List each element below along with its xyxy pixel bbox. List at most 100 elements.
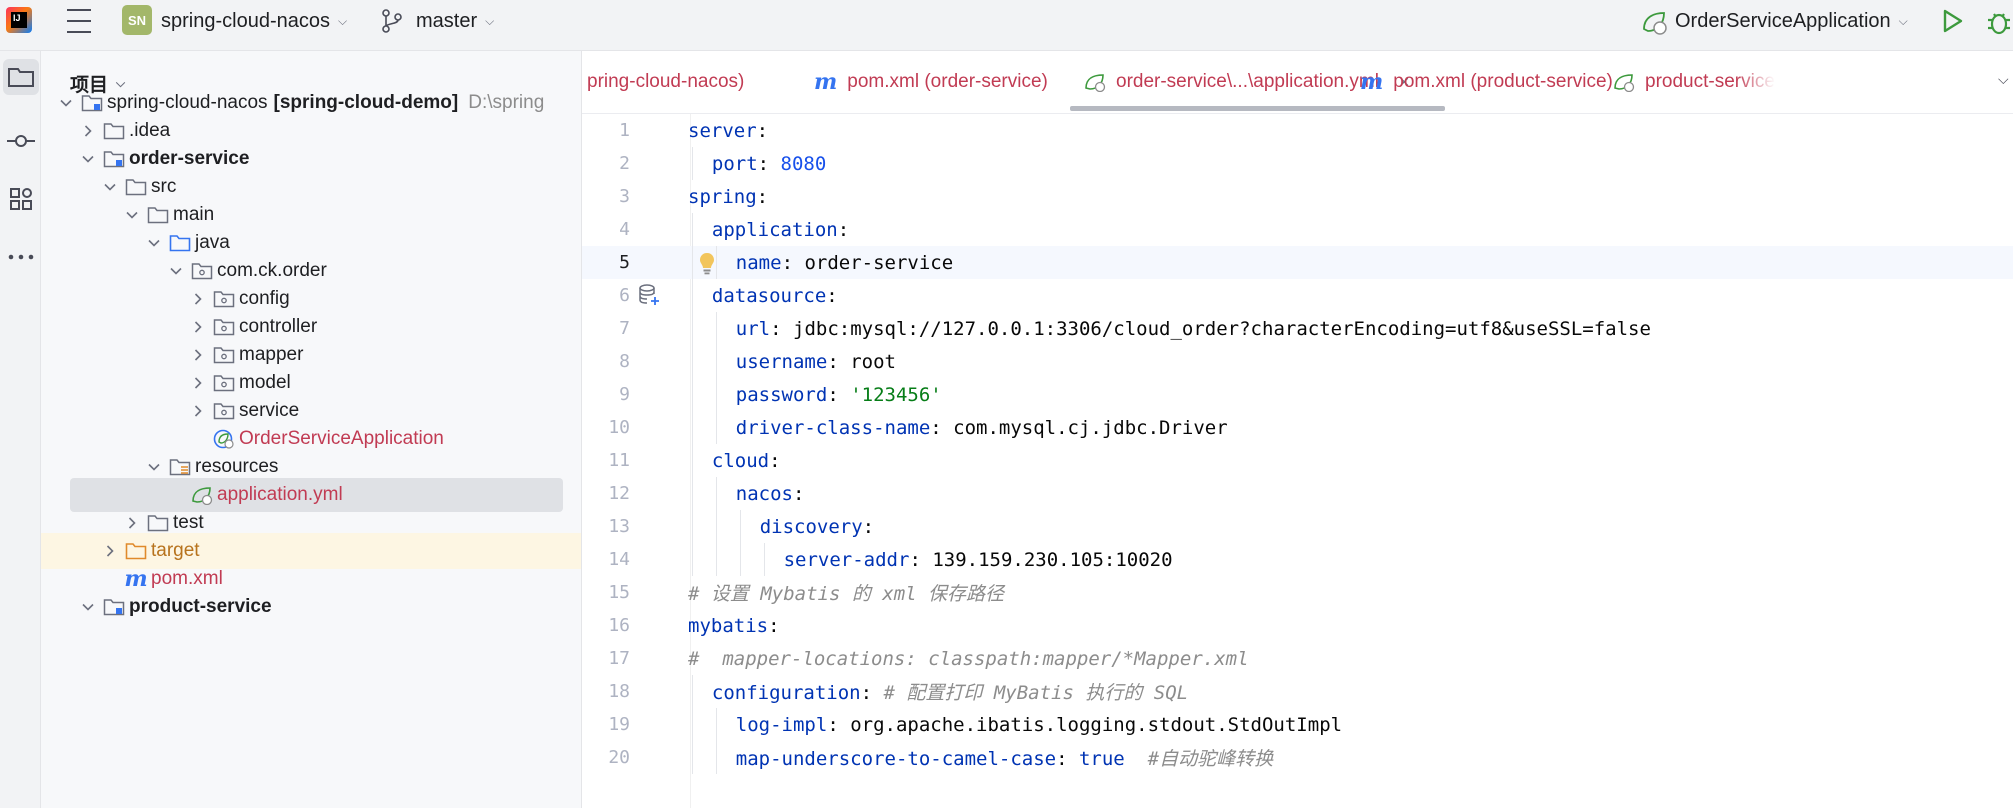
lightbulb-icon[interactable] <box>698 251 716 275</box>
chevron-down-icon[interactable] <box>80 151 96 167</box>
chevron-right-icon[interactable] <box>124 515 140 531</box>
line-number[interactable]: 18 <box>582 681 630 702</box>
tree-item-name: service <box>239 400 300 421</box>
code-line[interactable]: 17 # mapper-locations: classpath:mapper/*… <box>582 642 2013 675</box>
chevron-right-icon[interactable] <box>190 319 206 335</box>
main-menu-icon[interactable] <box>66 9 92 33</box>
chevron-right-icon[interactable] <box>102 543 118 559</box>
chevron-down-icon[interactable] <box>168 263 184 279</box>
code-editor[interactable]: 1 server: 2 port: 8080 3 spring: 4 application:… <box>582 114 2013 808</box>
datasource-icon[interactable] <box>638 283 660 307</box>
code-line[interactable]: 7 url: jdbc:mysql://127.0.0.1:3306/cloud_… <box>582 312 2013 345</box>
line-number[interactable]: 15 <box>582 582 630 603</box>
line-number[interactable]: 1 <box>582 120 630 141</box>
package-icon <box>212 288 236 310</box>
project-tool-button[interactable] <box>3 59 39 95</box>
code-line[interactable]: 19 log-impl: org.apache.ibatis.logging.st… <box>582 708 2013 741</box>
code-line[interactable]: 11 cloud: <box>582 444 2013 477</box>
run-configuration-selector[interactable]: OrderServiceApplication ⌵ <box>1675 9 1908 33</box>
chevron-down-icon[interactable] <box>102 179 118 195</box>
code-line[interactable]: 6 datasource: <box>582 279 2013 312</box>
chevron-right-icon[interactable] <box>190 375 206 391</box>
code-line[interactable]: 9 password: '123456' <box>582 378 2013 411</box>
code-line[interactable]: 8 username: root <box>582 345 2013 378</box>
chevron-down-icon[interactable] <box>146 235 162 251</box>
indent-guide <box>692 510 693 543</box>
tab-parent-pom[interactable]: pring-cloud-nacos) <box>587 51 744 113</box>
tree-item[interactable]: product-service <box>41 589 581 625</box>
code-text: map-underscore-to-camel-case: true #自动驼峰… <box>736 744 1273 771</box>
code-line[interactable]: 12 nacos: <box>582 477 2013 510</box>
chevron-right-icon[interactable] <box>80 123 96 139</box>
line-number[interactable]: 2 <box>582 153 630 174</box>
code-line[interactable]: 18 configuration: # 配置打印 MyBatis 执行的 SQL <box>582 675 2013 708</box>
tab-product-service[interactable]: product-service <box>1613 51 1949 113</box>
line-number[interactable]: 6 <box>582 285 630 306</box>
code-line[interactable]: 10 driver-class-name: com.mysql.cj.jdbc.D… <box>582 411 2013 444</box>
chevron-down-icon[interactable] <box>58 95 74 111</box>
chevron-down-icon[interactable] <box>80 599 96 615</box>
run-icon[interactable] <box>1940 8 1964 34</box>
tree-item-label: application.yml <box>217 484 343 506</box>
token-plain: : <box>757 152 781 175</box>
line-number[interactable]: 20 <box>582 747 630 768</box>
chevron-right-icon[interactable] <box>190 347 206 363</box>
line-number[interactable]: 14 <box>582 549 630 570</box>
tab-pom-order-service[interactable]: m pom.xml (order-service) <box>814 51 1048 113</box>
code-line[interactable]: 16 mybatis: <box>582 609 2013 642</box>
line-number[interactable]: 7 <box>582 318 630 339</box>
line-number[interactable]: 19 <box>582 714 630 735</box>
line-number[interactable]: 11 <box>582 450 630 471</box>
branch-switcher[interactable]: master ⌵ <box>416 9 494 33</box>
token-key: name <box>735 251 782 274</box>
code-line[interactable]: 14 server-addr: 139.159.230.105:10020 <box>582 543 2013 576</box>
chevron-right-icon[interactable] <box>190 291 206 307</box>
token-plain: : <box>793 482 805 505</box>
tree-item-label: OrderServiceApplication <box>239 428 444 450</box>
chevron-right-icon[interactable] <box>190 403 206 419</box>
chevron-down-icon[interactable] <box>146 459 162 475</box>
module-folder-icon <box>80 92 104 114</box>
git-branch-icon[interactable] <box>381 9 403 33</box>
tree-item-name: .idea <box>129 120 171 141</box>
project-badge[interactable]: SN <box>122 5 152 35</box>
line-number[interactable]: 10 <box>582 417 630 438</box>
more-tools-button[interactable] <box>3 239 39 275</box>
token-cmt: # 配置打印 MyBatis 执行的 SQL <box>883 682 1189 704</box>
line-number[interactable]: 3 <box>582 186 630 207</box>
indent-guide <box>692 477 693 510</box>
tab-pom-product-service[interactable]: m pom.xml (product-service) <box>1360 51 1613 113</box>
commit-tool-button[interactable] <box>3 123 39 159</box>
tab-label: pring-cloud-nacos) <box>587 71 745 92</box>
token-plain: : <box>827 383 851 406</box>
code-line[interactable]: 20 map-underscore-to-camel-case: true #自动… <box>582 741 2013 774</box>
project-switcher[interactable]: spring-cloud-nacos ⌵ <box>161 9 347 33</box>
code-text: password: '123456' <box>736 384 942 406</box>
code-line[interactable]: 4 application: <box>582 213 2013 246</box>
commit-icon <box>7 135 35 147</box>
code-line[interactable]: 3 spring: <box>582 180 2013 213</box>
line-number[interactable]: 13 <box>582 516 630 537</box>
code-line[interactable]: 13 discovery: <box>582 510 2013 543</box>
token-plain: : <box>756 185 769 208</box>
token-key: cloud <box>711 449 770 472</box>
line-number[interactable]: 12 <box>582 483 630 504</box>
code-line[interactable]: 5 name: order-service <box>582 246 2013 279</box>
line-number[interactable]: 4 <box>582 219 630 240</box>
line-number[interactable]: 5 <box>582 252 630 273</box>
code-line[interactable]: 1 server: <box>582 114 2013 147</box>
tabs-dropdown-icon[interactable]: ⌵ <box>1998 71 2009 88</box>
debug-icon[interactable] <box>1984 8 2013 36</box>
line-number[interactable]: 8 <box>582 351 630 372</box>
line-number[interactable]: 16 <box>582 615 630 636</box>
code-line[interactable]: 15 # 设置 Mybatis 的 xml 保存路径 <box>582 576 2013 609</box>
tree-item-name: main <box>173 204 215 225</box>
line-number[interactable]: 17 <box>582 648 630 669</box>
line-number[interactable]: 9 <box>582 384 630 405</box>
structure-tool-button[interactable] <box>3 181 39 217</box>
code-line[interactable]: 2 port: 8080 <box>582 147 2013 180</box>
intellij-logo-icon[interactable]: IJ <box>6 7 32 33</box>
token-key: port <box>711 152 758 175</box>
chevron-down-icon[interactable] <box>124 207 140 223</box>
